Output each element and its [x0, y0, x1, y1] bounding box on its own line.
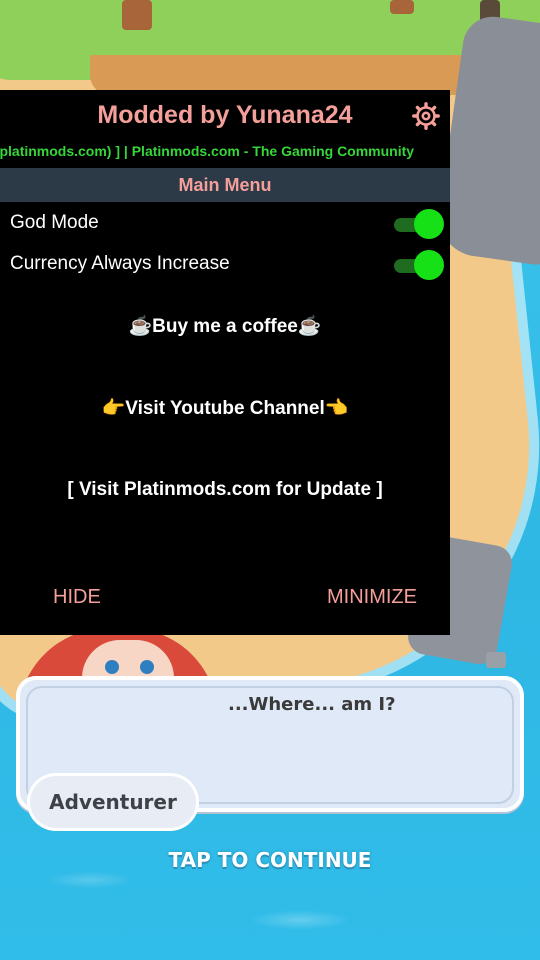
mod-menu-title: Modded by Yunana24	[97, 100, 353, 129]
pebble	[486, 652, 506, 668]
currency-always-increase-switch[interactable]	[392, 250, 446, 280]
main-menu-header: Main Menu	[0, 168, 450, 202]
tree-trunk	[390, 0, 414, 14]
tree-trunk	[122, 0, 152, 30]
toggle-label: God Mode	[10, 212, 99, 233]
hide-button[interactable]: HIDE	[53, 582, 101, 612]
settings-button[interactable]	[410, 100, 442, 132]
credits-marquee: unana24(platinmods.com) ] | Platinmods.c…	[0, 140, 450, 164]
gear-icon	[412, 102, 440, 130]
toggle-label: Currency Always Increase	[10, 253, 230, 274]
toggle-row-god-mode: God Mode	[0, 203, 450, 243]
credits-marquee-text: unana24(platinmods.com) ] | Platinmods.c…	[0, 143, 415, 159]
buy-coffee-link[interactable]: ☕Buy me a coffee☕	[0, 311, 450, 341]
dialog-text: ...Where... am I?	[228, 694, 396, 715]
god-mode-switch[interactable]	[392, 209, 446, 239]
platinmods-update-link[interactable]: [ Visit Platinmods.com for Update ]	[0, 475, 450, 505]
switch-thumb	[414, 250, 444, 280]
minimize-button[interactable]: MINIMIZE	[327, 582, 417, 612]
speaker-name-tag: Adventurer	[30, 776, 196, 828]
character-eye	[140, 660, 154, 674]
toggle-row-currency: Currency Always Increase	[0, 244, 450, 284]
switch-thumb	[414, 209, 444, 239]
tap-to-continue-prompt[interactable]: TAP TO CONTINUE	[0, 848, 540, 872]
mod-menu-panel: Modded by Yunana24 unana24(platinmods.co…	[0, 90, 450, 635]
youtube-channel-link[interactable]: 👉Visit Youtube Channel👈	[0, 393, 450, 423]
character-eye	[105, 660, 119, 674]
